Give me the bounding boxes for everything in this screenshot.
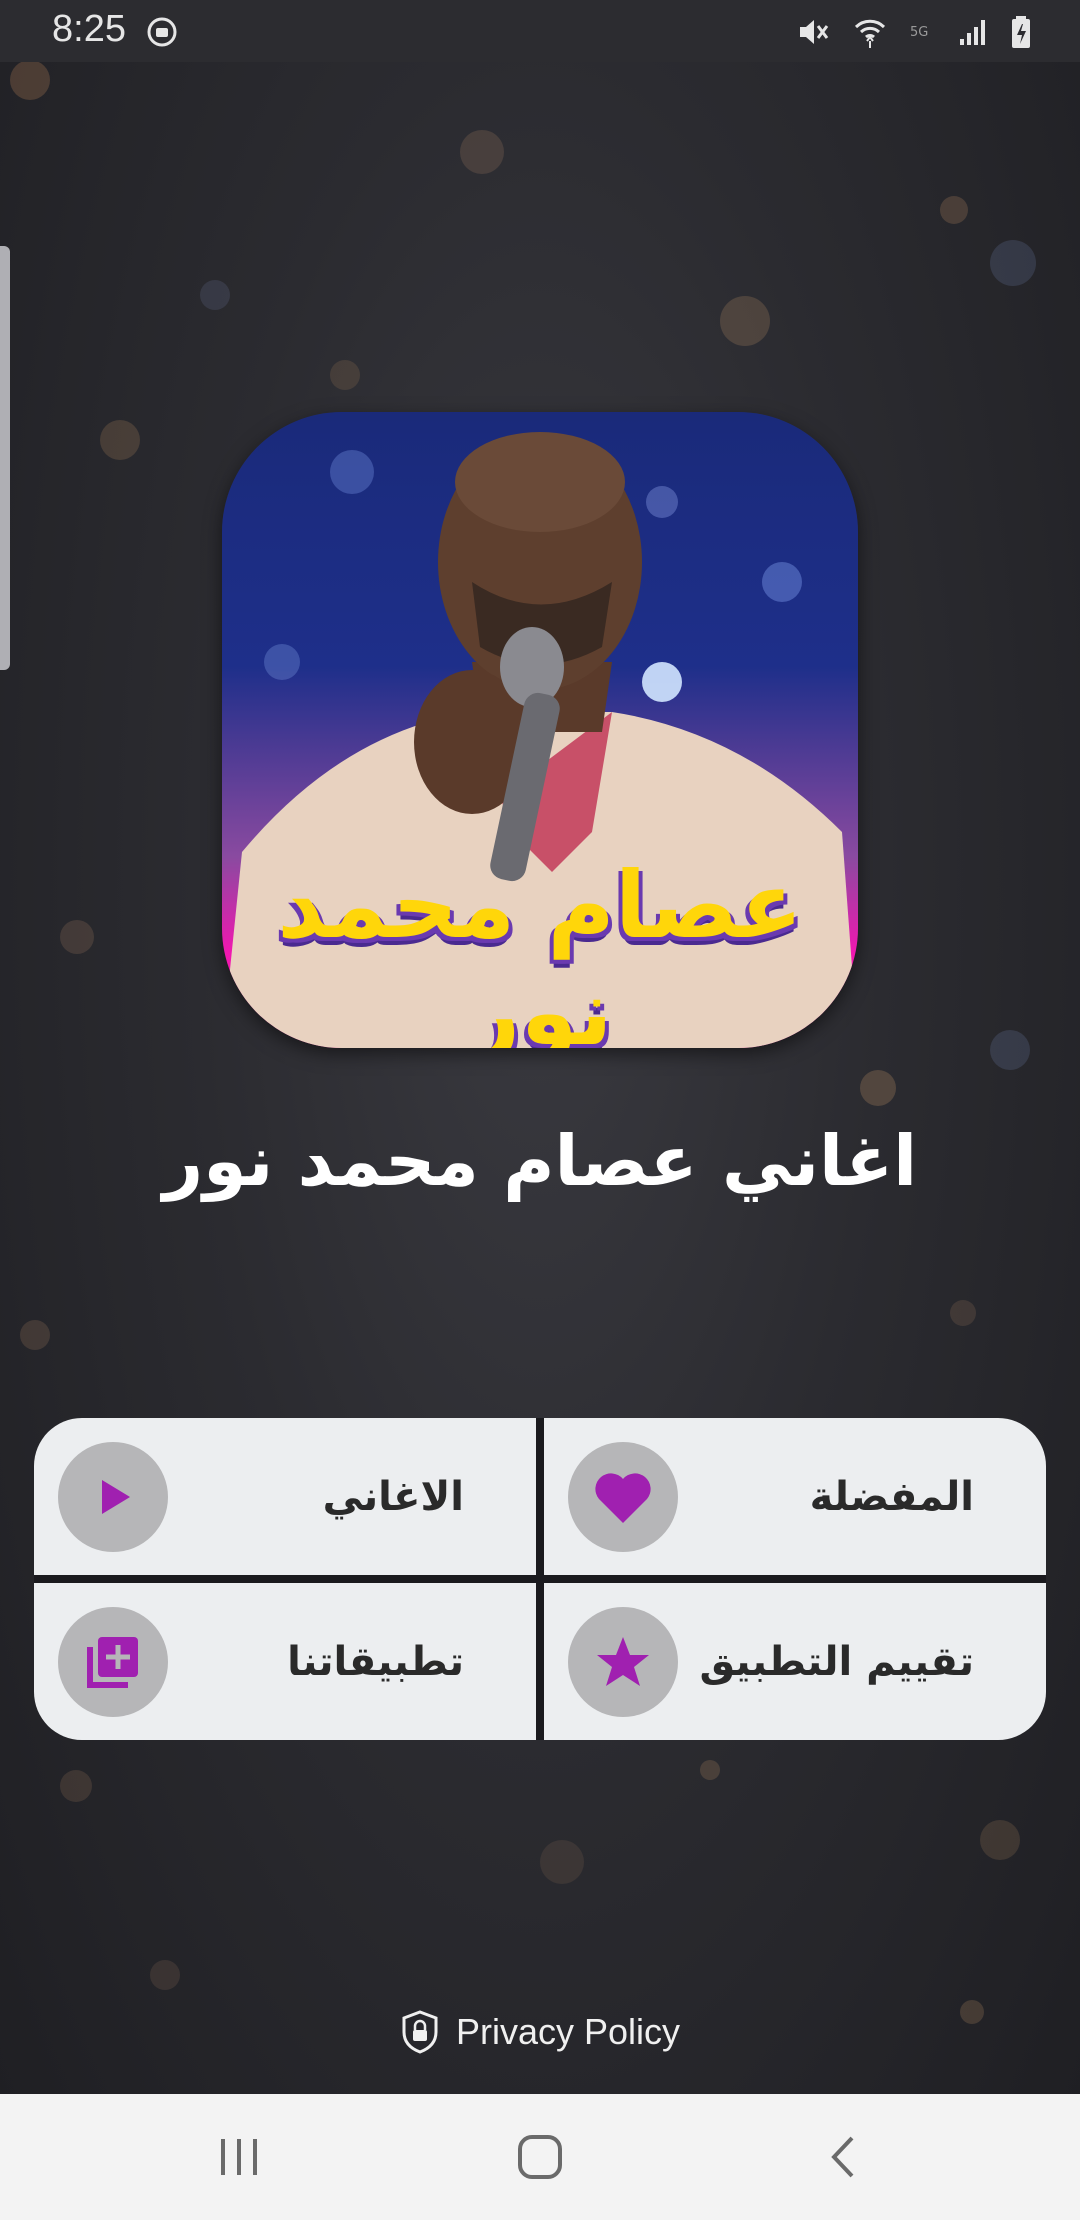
status-bar: 8:25 5G bbox=[0, 0, 1080, 62]
songs-icon-circle bbox=[58, 1441, 168, 1552]
app-icon-caption: عصام محمد نور bbox=[277, 852, 803, 1048]
signal-icon bbox=[960, 20, 985, 45]
rate-app-button[interactable]: تقييم التطبيق bbox=[544, 1583, 1046, 1740]
navigation-bar bbox=[0, 2094, 1080, 2220]
shield-lock-icon bbox=[402, 2010, 438, 2054]
privacy-policy-label: Privacy Policy bbox=[455, 2011, 681, 2052]
rate-app-icon-circle bbox=[568, 1606, 678, 1717]
mute-icon bbox=[800, 20, 829, 44]
star-icon bbox=[597, 1636, 649, 1686]
songs-label: الاغاني bbox=[322, 1473, 464, 1520]
recent-apps-button[interactable] bbox=[204, 2124, 274, 2190]
svg-text:5G: 5G bbox=[910, 25, 928, 40]
recent-apps-icon bbox=[221, 2139, 257, 2175]
home-icon bbox=[518, 2135, 562, 2179]
edge-panel-handle[interactable] bbox=[0, 246, 10, 670]
battery-icon bbox=[1012, 16, 1030, 48]
network-5g-icon: 5G bbox=[910, 25, 928, 40]
favorites-icon-circle bbox=[568, 1441, 678, 1552]
favorites-label: المفضلة bbox=[809, 1473, 974, 1520]
our-apps-icon-circle bbox=[58, 1606, 168, 1717]
our-apps-label: تطبيقاتنا bbox=[287, 1638, 464, 1685]
status-icons: 5G bbox=[796, 12, 1032, 52]
app-title: اغاني عصام محمد نور bbox=[162, 1120, 918, 1202]
wifi-icon bbox=[854, 19, 886, 48]
our-apps-button[interactable]: تطبيقاتنا bbox=[34, 1583, 536, 1740]
heart-icon bbox=[595, 1472, 651, 1523]
favorites-button[interactable]: المفضلة bbox=[544, 1418, 1046, 1575]
app-icon: عصام محمد نور bbox=[222, 412, 858, 1048]
rate-app-label: تقييم التطبيق bbox=[699, 1638, 975, 1685]
play-icon bbox=[102, 1479, 130, 1514]
back-button[interactable] bbox=[808, 2124, 878, 2190]
home-button[interactable] bbox=[505, 2124, 575, 2190]
status-time: 8:25 bbox=[52, 8, 126, 50]
songs-button[interactable]: الاغاني bbox=[34, 1418, 536, 1575]
add-library-icon bbox=[87, 1636, 138, 1688]
main-menu: الاغاني المفضلة تطبيقاتنا تقييم التطبيق bbox=[34, 1418, 1046, 1740]
back-icon bbox=[831, 2136, 854, 2178]
privacy-policy-link[interactable]: Privacy Policy bbox=[0, 2010, 1080, 2054]
screen-recorder-icon bbox=[147, 17, 177, 47]
